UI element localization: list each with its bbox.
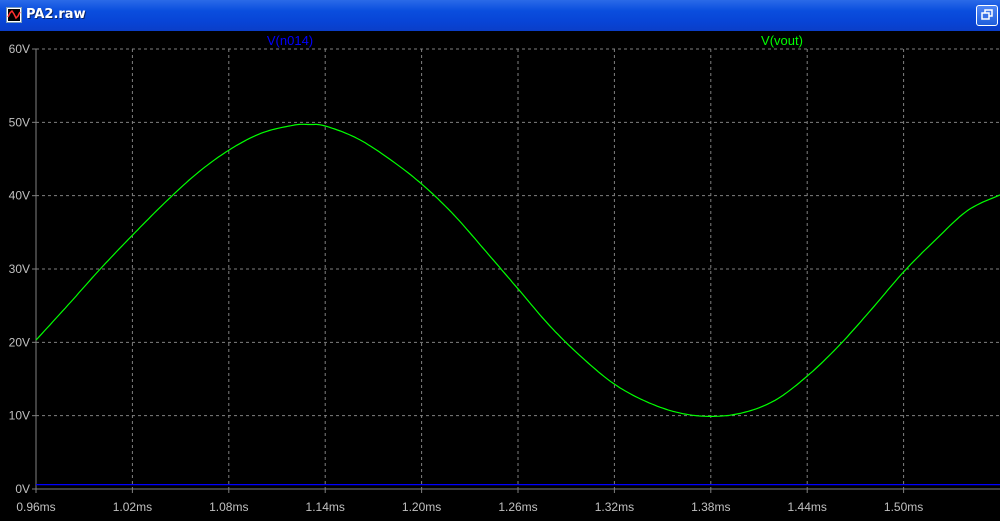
trace-labels[interactable]: V(n014) V(vout) bbox=[267, 33, 803, 48]
restore-window-icon bbox=[981, 9, 993, 20]
x-tick-label: 1.14ms bbox=[306, 500, 345, 514]
y-tick-label: 50V bbox=[9, 115, 30, 129]
x-tick-label: 1.02ms bbox=[113, 500, 152, 514]
x-axis-ticks: 0.96ms 1.02ms 1.08ms 1.14ms 1.20ms 1.26ms 1.32… bbox=[16, 489, 923, 514]
traces bbox=[35, 123, 1000, 486]
y-tick-label: 60V bbox=[9, 42, 30, 56]
title-bar[interactable]: PA2.raw bbox=[0, 0, 1000, 31]
x-tick-label: 1.44ms bbox=[788, 500, 827, 514]
x-tick-label: 1.32ms bbox=[595, 500, 634, 514]
x-tick-label: 1.26ms bbox=[498, 500, 537, 514]
waveform-plot[interactable]: 0V 10V 20V 30V 40V 50V 60V 0.96ms 1.02ms 1.08ms 1… bbox=[0, 31, 1000, 521]
waveform-plot-icon bbox=[6, 7, 22, 23]
y-tick-label: 30V bbox=[9, 262, 30, 276]
plot-area[interactable]: 0V 10V 20V 30V 40V 50V 60V 0.96ms 1.02ms 1.08ms 1… bbox=[0, 31, 1000, 521]
y-tick-label: 10V bbox=[9, 409, 30, 423]
y-tick-label: 0V bbox=[15, 482, 30, 496]
y-tick-label: 20V bbox=[9, 335, 30, 349]
x-tick-label: 1.38ms bbox=[691, 500, 730, 514]
x-tick-label: 1.08ms bbox=[209, 500, 248, 514]
y-axis-ticks: 0V 10V 20V 30V 40V 50V 60V bbox=[9, 42, 36, 496]
trace-label[interactable]: V(vout) bbox=[761, 33, 803, 48]
window-title: PA2.raw bbox=[26, 7, 86, 22]
x-tick-label: 1.50ms bbox=[884, 500, 923, 514]
trace-vvout[interactable] bbox=[35, 123, 1000, 417]
trace-label[interactable]: V(n014) bbox=[267, 33, 313, 48]
y-tick-label: 40V bbox=[9, 189, 30, 203]
x-tick-label: 1.20ms bbox=[402, 500, 441, 514]
waveform-viewer-window: PA2.raw 0V 10V 20V 30V 40V 50V 60V 0.96ms 1.02m… bbox=[0, 0, 1000, 521]
x-tick-label: 0.96ms bbox=[16, 500, 55, 514]
restore-window-button[interactable] bbox=[976, 5, 998, 26]
grid bbox=[35, 48, 1000, 490]
